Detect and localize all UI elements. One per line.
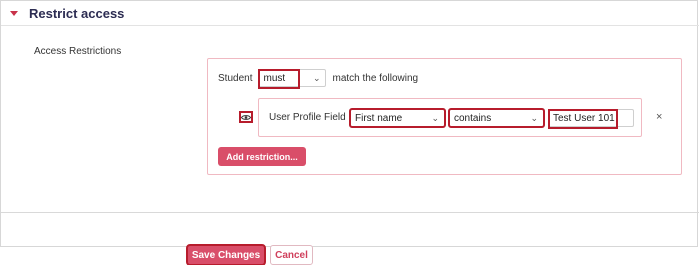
must-select[interactable]: must ⌄ [258, 69, 327, 89]
visibility-toggle[interactable] [239, 111, 253, 123]
chevron-down-icon: ⌄ [312, 73, 321, 83]
chevron-down-icon: ⌄ [530, 113, 538, 123]
chevron-down-icon: ⌄ [431, 113, 439, 123]
restrict-access-panel: Restrict access Access Restrictions Stud… [0, 0, 699, 247]
close-icon: × [656, 111, 663, 123]
condition-type-label: User Profile Field [269, 112, 346, 123]
section-title: Restrict access [29, 5, 125, 21]
value-highlight [548, 109, 618, 129]
rule-suffix: match the following [332, 72, 419, 84]
eye-icon [241, 114, 251, 120]
operator-select[interactable]: contains ⌄ [448, 108, 545, 128]
profile-field-value: First name [355, 112, 403, 124]
footer-divider [1, 212, 699, 213]
profile-field-select[interactable]: First name ⌄ [349, 108, 446, 128]
restriction-set: Student must ⌄ match the following User … [207, 58, 682, 175]
remove-condition-button[interactable]: × [656, 111, 662, 123]
save-changes-button[interactable]: Save Changes [186, 244, 266, 265]
must-highlight [258, 69, 301, 89]
operator-value: contains [454, 112, 492, 124]
section-header[interactable]: Restrict access [1, 1, 699, 26]
restriction-rule-row: Student must ⌄ match the following [218, 69, 419, 89]
condition-box: User Profile Field First name ⌄ contains… [258, 98, 642, 137]
caret-down-icon[interactable] [10, 10, 18, 16]
access-restrictions-label: Access Restrictions [34, 46, 122, 57]
cancel-button[interactable]: Cancel [270, 245, 313, 265]
rule-prefix: Student [218, 72, 253, 84]
value-input[interactable]: Test User 101 [548, 109, 634, 129]
add-restriction-button[interactable]: Add restriction... [218, 147, 306, 166]
